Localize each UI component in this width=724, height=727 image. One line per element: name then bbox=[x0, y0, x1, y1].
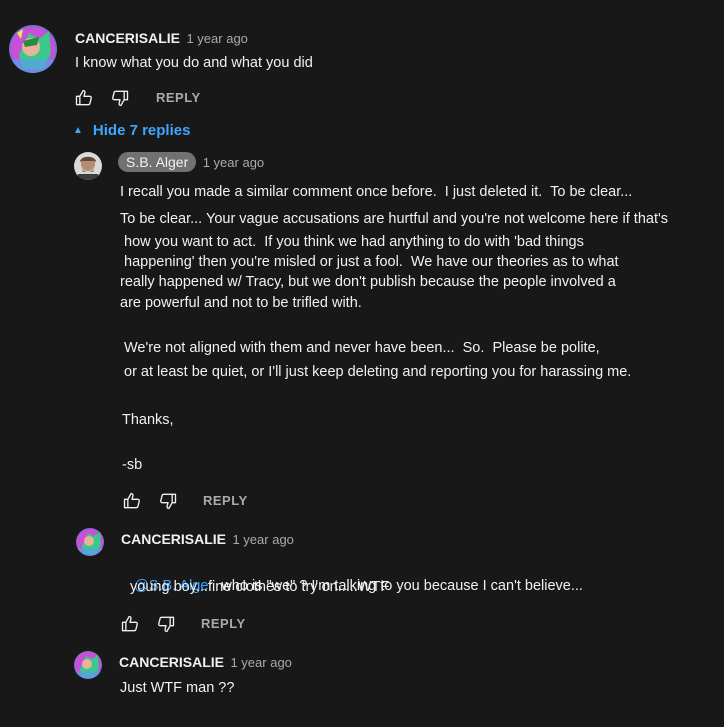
reply-timestamp[interactable]: 1 year ago bbox=[232, 532, 293, 547]
reply-line: We're not aligned with them and never ha… bbox=[124, 340, 600, 356]
comment-author[interactable]: CANCERISALIE bbox=[75, 30, 180, 46]
reply-text: Just WTF man ?? bbox=[120, 680, 235, 696]
reply-line: really happened w/ Tracy, but we don't p… bbox=[120, 274, 616, 290]
reply-header: CANCERISALIE 1 year ago bbox=[121, 531, 294, 549]
reply-line: or at least be quiet, or I'll just keep … bbox=[124, 364, 632, 380]
reply-line: Thanks, bbox=[122, 412, 174, 428]
thumbs-up-icon[interactable] bbox=[122, 491, 142, 511]
thumbs-up-icon[interactable] bbox=[74, 88, 94, 108]
reply-author[interactable]: CANCERISALIE bbox=[121, 531, 226, 547]
reply-line: young boy...fine clothes to try on.....W… bbox=[126, 579, 390, 595]
reply-header: S.B. Alger 1 year ago bbox=[118, 152, 264, 172]
avatar[interactable] bbox=[9, 25, 57, 73]
comment-timestamp[interactable]: 1 year ago bbox=[186, 31, 247, 46]
thumbs-down-icon[interactable] bbox=[156, 614, 176, 634]
caret-up-icon: ▲ bbox=[73, 125, 83, 136]
reply-button[interactable]: REPLY bbox=[156, 90, 201, 105]
reply-author-chip[interactable]: S.B. Alger bbox=[118, 152, 197, 172]
avatar[interactable] bbox=[74, 152, 102, 180]
reply-line: how you want to act. If you think we had… bbox=[120, 234, 584, 250]
hide-replies-button[interactable]: ▲ Hide 7 replies bbox=[73, 122, 190, 139]
thumbs-down-icon[interactable] bbox=[158, 491, 178, 511]
reply-button[interactable]: REPLY bbox=[201, 616, 246, 631]
reply-line: I recall you made a similar comment once… bbox=[120, 184, 633, 200]
reply-line: -sb bbox=[122, 457, 143, 473]
reply-timestamp[interactable]: 1 year ago bbox=[230, 655, 291, 670]
comment-header: CANCERISALIE 1 year ago bbox=[75, 30, 248, 48]
thumbs-down-icon[interactable] bbox=[110, 88, 130, 108]
reply-button[interactable]: REPLY bbox=[203, 493, 248, 508]
reply-author[interactable]: CANCERISALIE bbox=[119, 654, 224, 670]
hide-replies-label: Hide 7 replies bbox=[92, 122, 191, 139]
reply-line: are powerful and not to be trifled with. bbox=[120, 295, 362, 311]
reply-timestamp[interactable]: 1 year ago bbox=[203, 155, 264, 170]
avatar[interactable] bbox=[76, 528, 104, 556]
comment-text: I know what you do and what you did bbox=[75, 55, 313, 71]
reply-line: happening' then you're misled or just a … bbox=[120, 254, 619, 270]
thumbs-up-icon[interactable] bbox=[120, 614, 140, 634]
reply-header: CANCERISALIE 1 year ago bbox=[119, 654, 292, 672]
avatar[interactable] bbox=[74, 651, 102, 679]
reply-line: To be clear... Your vague accusations ar… bbox=[120, 211, 669, 227]
